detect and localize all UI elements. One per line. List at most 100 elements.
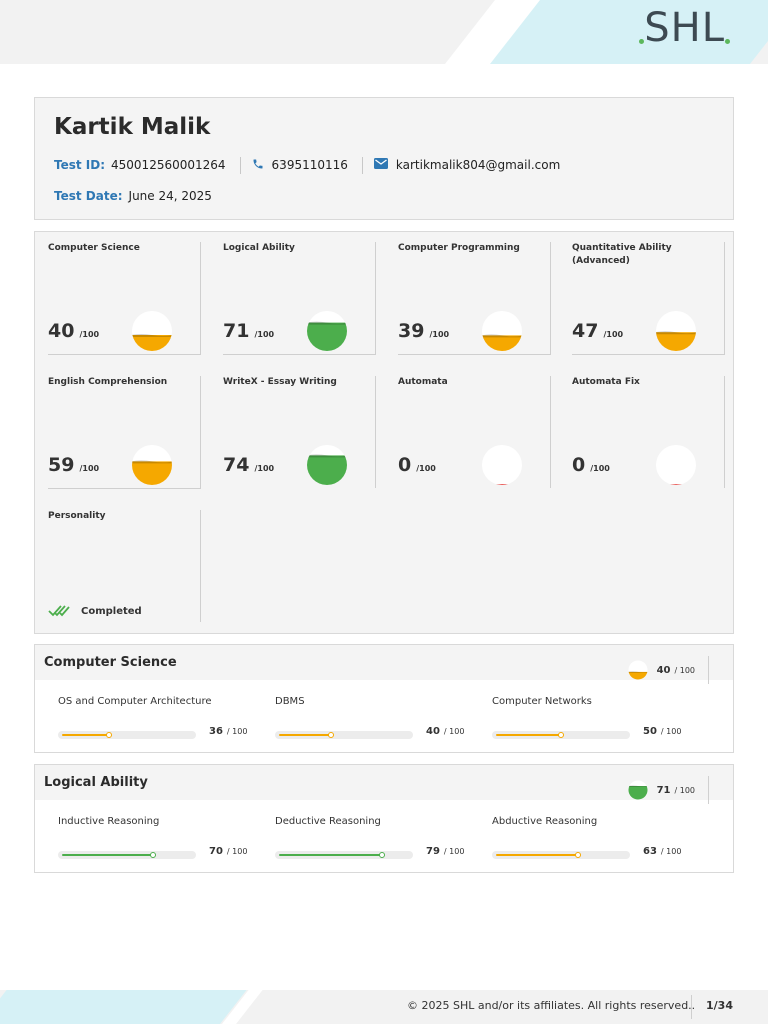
email-address[interactable]: kartikmalik804@gmail.com (396, 158, 560, 172)
divider (708, 776, 709, 804)
subsection: Abductive Reasoning 63/ 100 (492, 816, 684, 859)
shl-logo: SHL (639, 6, 730, 50)
subsection-name: OS and Computer Architecture (58, 696, 212, 707)
score-tile: Logical Ability 71/100 (223, 242, 376, 355)
subsection-name: Abductive Reasoning (492, 816, 598, 827)
score-bar (492, 731, 630, 739)
bar-knob (106, 732, 112, 738)
subsection-name: Inductive Reasoning (58, 816, 160, 827)
phone-icon (252, 158, 264, 173)
section-score: 71/ 100 (628, 776, 709, 804)
score-gauge (132, 311, 172, 351)
page-footer: © 2025 SHL and/or its affiliates. All ri… (0, 990, 768, 1024)
section-panel-logical-ability: Logical Ability 71/ 100 Inductive Reason… (34, 764, 734, 873)
candidate-info-row: Test ID: 450012560001264 6395110116 kart… (54, 156, 560, 174)
phone-number: 6395110116 (271, 158, 348, 172)
tile-score: 74/100 (223, 454, 275, 476)
score-tile: Computer Science 40/100 (48, 242, 201, 355)
page-number: 1/34 (706, 999, 733, 1012)
gauge-fill (132, 335, 172, 351)
section-panel-computer-science: Computer Science 40/ 100 OS and Computer… (34, 644, 734, 753)
divider (239, 156, 241, 174)
subsection: DBMS 40/ 100 (275, 696, 467, 739)
gauge-fill (482, 335, 522, 351)
tile-score: 40/100 (48, 320, 100, 342)
score-gauge (307, 445, 347, 485)
section-score: 40/ 100 (628, 656, 709, 684)
divider (361, 156, 363, 174)
score-gauge (307, 311, 347, 351)
tile-title: English Comprehension (48, 377, 168, 387)
score-tile: Quantitative Ability (Advanced) 47/100 (572, 242, 725, 355)
copyright-text: © 2025 SHL and/or its affiliates. All ri… (407, 999, 696, 1012)
tile-title: Automata Fix (572, 377, 640, 387)
test-date-row: Test Date: June 24, 2025 (54, 189, 212, 203)
mail-icon (373, 158, 388, 172)
section-gauge (628, 780, 648, 800)
score-bar (58, 851, 196, 859)
candidate-name: Kartik Malik (54, 114, 211, 140)
bar-fill (62, 734, 109, 736)
subsection-score: 63/ 100 (643, 846, 682, 857)
double-check-icon (48, 605, 70, 617)
bar-knob (575, 852, 581, 858)
bar-knob (150, 852, 156, 858)
gauge-fill (628, 786, 648, 800)
score-gauge (656, 311, 696, 351)
test-date-value: June 24, 2025 (128, 189, 212, 203)
score-tile: Automata Fix 0/100 (572, 376, 725, 488)
subsection-name: DBMS (275, 696, 305, 707)
footer-accent-band (0, 990, 247, 1024)
bar-fill (496, 734, 561, 736)
score-bar (275, 851, 413, 859)
score-gauge (482, 311, 522, 351)
test-id-label: Test ID: (54, 158, 106, 172)
section-header: Logical Ability 71/ 100 (35, 765, 733, 804)
gauge-fill (482, 484, 522, 485)
score-bar (58, 731, 196, 739)
section-header: Computer Science 40/ 100 (35, 645, 733, 684)
score-tile: Computer Programming 39/100 (398, 242, 551, 355)
score-gauge (132, 445, 172, 485)
subsection-score: 50/ 100 (643, 726, 682, 737)
divider (691, 995, 692, 1019)
subsection: OS and Computer Architecture 36/ 100 (58, 696, 250, 739)
divider (708, 656, 709, 684)
score-gauge (656, 445, 696, 485)
bar-fill (279, 854, 382, 856)
gauge-fill (307, 455, 347, 485)
completed-status: Completed (48, 604, 142, 618)
subsection-name: Deductive Reasoning (275, 816, 381, 827)
subsection: Deductive Reasoning 79/ 100 (275, 816, 467, 859)
gauge-fill (132, 461, 172, 485)
completed-label: Completed (81, 605, 142, 617)
page-header: SHL (0, 0, 768, 64)
tile-score: 59/100 (48, 454, 100, 476)
subsection: Inductive Reasoning 70/ 100 (58, 816, 250, 859)
subsection-name: Computer Networks (492, 696, 592, 707)
bar-fill (62, 854, 153, 856)
subsection-score: 79/ 100 (426, 846, 465, 857)
score-tiles-grid: Computer Science 40/100 Logical Ability … (34, 231, 734, 634)
tile-score: 47/100 (572, 320, 624, 342)
bar-fill (279, 734, 331, 736)
subsection-score: 40/ 100 (426, 726, 465, 737)
bar-fill (496, 854, 578, 856)
gauge-fill (656, 484, 696, 485)
tile-title: Personality (48, 511, 106, 521)
tile-title: WriteX - Essay Writing (223, 377, 337, 387)
tile-score: 0/100 (572, 454, 610, 476)
section-title: Computer Science (44, 655, 177, 670)
section-title: Logical Ability (44, 775, 148, 790)
personality-tile: Personality Completed (48, 510, 201, 622)
tile-title: Automata (398, 377, 448, 387)
gauge-fill (656, 332, 696, 351)
candidate-card: Kartik Malik Test ID: 450012560001264 63… (34, 97, 734, 220)
tile-title: Computer Programming (398, 243, 520, 253)
section-gauge (628, 660, 648, 680)
tile-title: Quantitative Ability (Advanced) (572, 243, 672, 266)
tile-title: Logical Ability (223, 243, 295, 253)
subsection-score: 36/ 100 (209, 726, 248, 737)
tile-score: 0/100 (398, 454, 436, 476)
bar-knob (328, 732, 334, 738)
